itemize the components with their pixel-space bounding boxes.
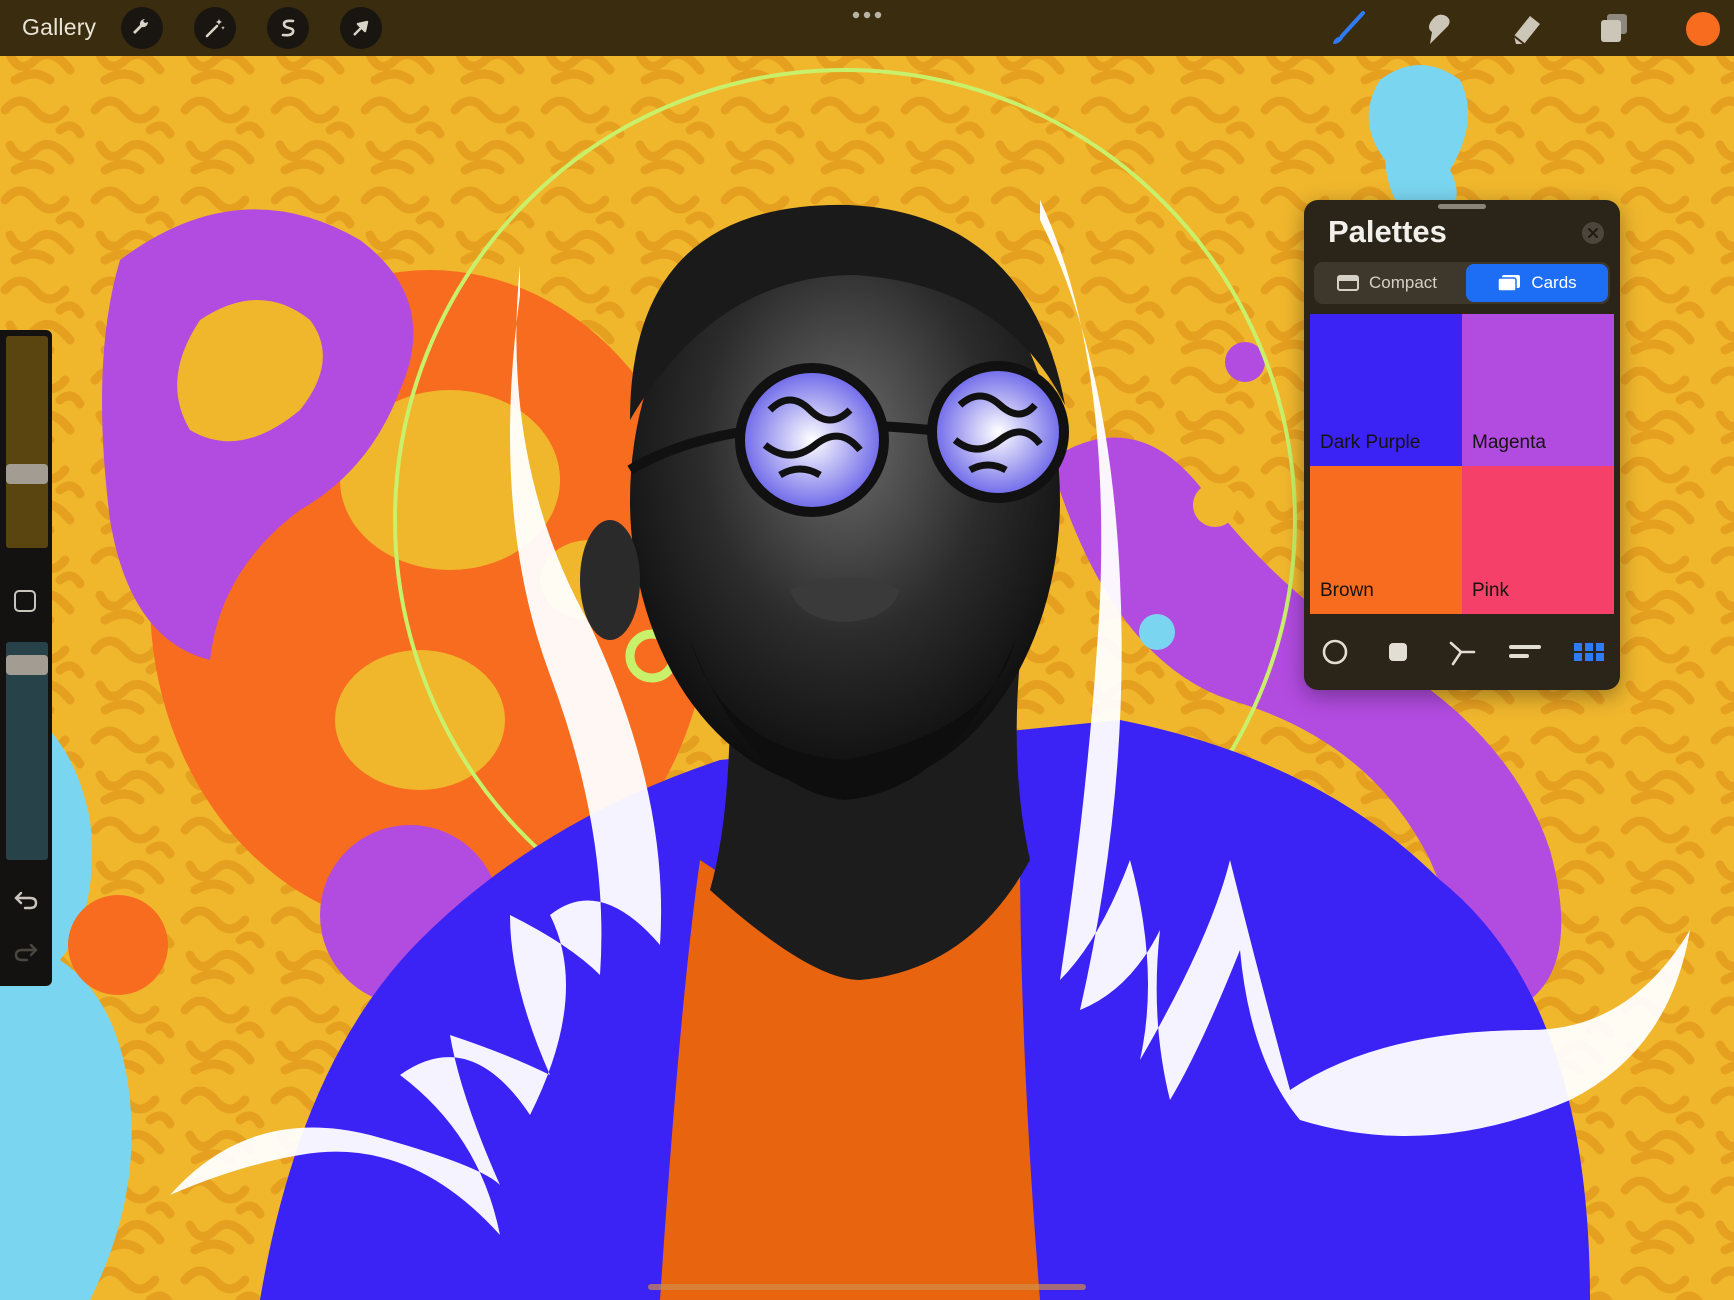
opacity-knob[interactable] — [6, 655, 48, 675]
palettes-panel: Palettes Compact Cards Dark Purple Magen… — [1304, 200, 1620, 690]
harmony-tab[interactable] — [1445, 636, 1479, 668]
swatch-pink[interactable]: Pink — [1462, 466, 1614, 614]
disc-icon — [1322, 639, 1348, 665]
swatch-dark-purple[interactable]: Dark Purple — [1310, 314, 1462, 466]
undo-button[interactable] — [10, 886, 42, 914]
palette-swatch-grid: Dark Purple Magenta Brown Pink — [1310, 314, 1614, 614]
close-icon — [1588, 228, 1598, 238]
swatch-label: Magenta — [1472, 432, 1546, 453]
modify-square-icon[interactable] — [14, 590, 36, 612]
brush-size-slider[interactable] — [6, 336, 48, 548]
magic-wand-icon — [205, 19, 225, 38]
value-sliders-icon — [1509, 645, 1541, 658]
brush-size-knob[interactable] — [6, 464, 48, 484]
eraser-tool-button[interactable] — [1506, 8, 1546, 48]
transform-button[interactable] — [340, 7, 382, 49]
close-button[interactable] — [1582, 222, 1604, 244]
left-lens — [735, 363, 889, 517]
smudge-tool-button[interactable] — [1418, 8, 1458, 48]
left-sidebar — [0, 330, 52, 986]
classic-tab[interactable] — [1381, 636, 1415, 668]
compact-view-icon — [1336, 275, 1359, 291]
palettes-tab[interactable] — [1572, 636, 1606, 668]
panel-grabber[interactable] — [1438, 204, 1486, 209]
value-tab[interactable] — [1508, 636, 1542, 668]
disc-tab[interactable] — [1318, 636, 1352, 668]
actions-button[interactable] — [121, 7, 163, 49]
redo-button[interactable] — [10, 938, 42, 966]
eraser-icon — [1513, 16, 1540, 45]
ear — [580, 520, 640, 640]
adjustments-button[interactable] — [194, 7, 236, 49]
cards-view-icon — [1497, 275, 1521, 292]
swatch-brown[interactable]: Brown — [1310, 466, 1462, 614]
smudge-icon — [1429, 14, 1450, 44]
color-picker-button[interactable] — [1686, 12, 1720, 46]
compact-tab-label: Compact — [1368, 273, 1438, 292]
swatch-label: Pink — [1472, 580, 1509, 601]
swatch-magenta[interactable]: Magenta — [1462, 314, 1614, 466]
brush-tool-button[interactable] — [1328, 8, 1368, 48]
more-options-icon[interactable] — [851, 8, 883, 22]
classic-square-icon — [1389, 643, 1407, 661]
redo-icon — [14, 943, 38, 962]
cards-tab-label: Cards — [1531, 273, 1577, 292]
brush-icon — [1333, 11, 1365, 44]
wrench-icon — [133, 18, 149, 34]
transform-arrow-icon — [353, 20, 369, 36]
orange-dot — [68, 895, 168, 995]
palettes-grid-icon — [1574, 643, 1604, 661]
color-mode-tabs — [1304, 630, 1620, 674]
selection-button[interactable] — [267, 7, 309, 49]
swatch-label: Brown — [1320, 580, 1374, 601]
palettes-title: Palettes — [1328, 214, 1447, 249]
cyan-small-dot — [1139, 614, 1175, 650]
cards-tab[interactable]: Cards — [1466, 264, 1608, 302]
harmony-icon — [1449, 641, 1476, 666]
right-lens — [927, 361, 1069, 503]
top-toolbar: Gallery — [0, 0, 1734, 56]
view-mode-segmented-control: Compact Cards — [1314, 262, 1610, 304]
undo-icon — [14, 891, 38, 910]
gallery-button[interactable]: Gallery — [22, 14, 96, 41]
selection-s-icon — [281, 19, 295, 37]
home-indicator[interactable] — [648, 1284, 1086, 1290]
swatch-label: Dark Purple — [1320, 432, 1421, 453]
layers-icon — [1601, 14, 1627, 42]
layers-button[interactable] — [1594, 8, 1634, 48]
compact-tab[interactable]: Compact — [1316, 264, 1458, 302]
